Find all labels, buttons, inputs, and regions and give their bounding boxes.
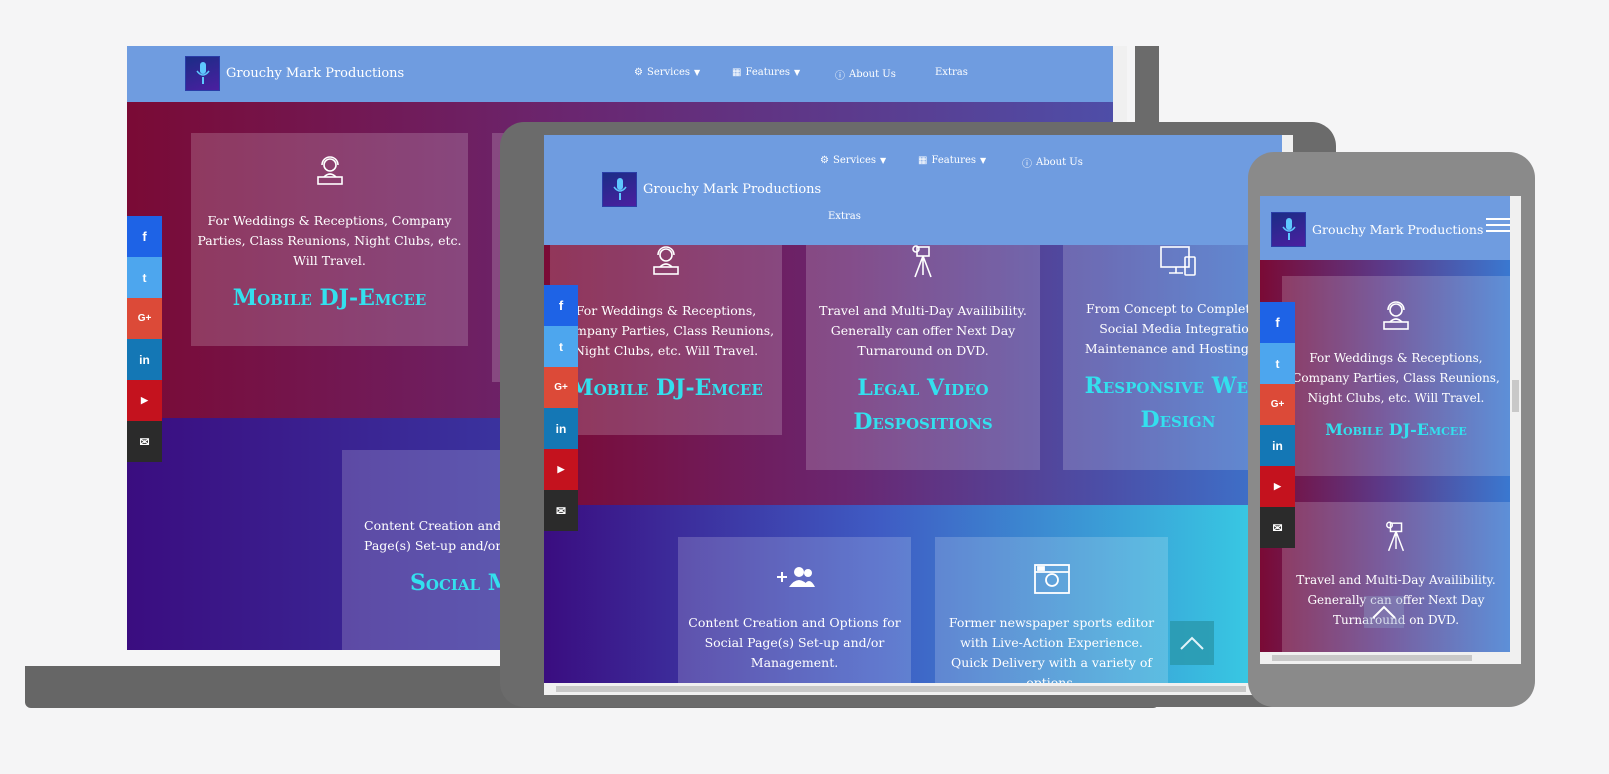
tablet-social-bar: f t G+ in ▶ ✉ [544,285,578,531]
hamburger-menu-icon[interactable] [1486,216,1510,234]
card-description: Content Creation and C Page(s) Set-up an… [364,518,515,553]
scroll-thumb[interactable] [1512,380,1519,412]
card-description: Travel and Multi-Day Availibility. Gener… [819,303,1027,358]
facebook-icon[interactable]: f [544,285,578,326]
linkedin-icon[interactable]: in [544,408,578,449]
service-card-legal[interactable]: Travel and Multi-Day Availibility. Gener… [806,245,1040,470]
twitter-icon[interactable]: t [127,257,162,298]
chevron-down-icon: ▼ [880,156,887,165]
nav-about[interactable]: ⓘ About Us [835,67,896,82]
nav-services-label: Services [646,67,691,78]
add-users-icon [678,565,911,591]
service-card-social[interactable]: Content Creation and Options for Social … [678,537,911,683]
gear-icon: ⚙ [820,155,829,166]
tablet-scrollbar-horizontal[interactable] [544,683,1293,695]
card-description: For Weddings & Receptions, Company Parti… [1292,351,1500,405]
youtube-icon[interactable]: ▶ [1260,466,1295,507]
card-description: Content Creation and Options for Social … [688,615,901,670]
service-card-photo[interactable]: Former newspaper sports editor with Live… [935,537,1168,690]
brand-name: Grouchy Mark Productions [643,182,822,197]
desktop-social-bar: f t G+ in ▶ ✉ [127,216,162,462]
dj-icon [1282,298,1510,334]
card-title-line1: Legal Video [857,375,989,401]
nav-features-label: Features [745,67,791,78]
phone-scrollbar-horizontal[interactable] [1260,652,1521,664]
card-description: For Weddings & Receptions, Company Parti… [557,303,775,358]
brand[interactable]: Grouchy Mark Productions [185,56,404,91]
gear-icon: ⚙ [634,67,643,78]
grid-icon: ▦ [732,67,742,78]
facebook-icon[interactable]: f [127,216,162,257]
nav-extras[interactable]: Extras [935,67,968,78]
nav-about[interactable]: ⓘ About Us [1022,155,1083,170]
brand[interactable]: Grouchy Mark Productions [1271,212,1483,247]
phone-navbar: Grouchy Mark Productions [1260,196,1510,260]
service-card-legal[interactable]: Travel and Multi-Day Availibility. Gener… [1282,502,1510,652]
nav-extras-label: Extras [828,211,861,222]
dj-icon [191,153,468,189]
chevron-down-icon: ▼ [980,156,987,165]
googleplus-icon[interactable]: G+ [127,298,162,339]
service-card-dj[interactable]: For Weddings & Receptions, Company Parti… [550,245,782,435]
email-icon[interactable]: ✉ [127,421,162,462]
nav-features[interactable]: ▦ Features ▼ [732,67,800,78]
chevron-up-icon [1180,636,1204,650]
email-icon[interactable]: ✉ [544,490,578,531]
twitter-icon[interactable]: t [1260,343,1295,384]
chevron-down-icon: ▼ [694,68,701,77]
nav-extras[interactable]: Extras [828,211,861,222]
tablet-screen: Grouchy Mark Productions ⚙ Services ▼ ▦ Fea… [544,135,1293,695]
camera-tripod-icon [806,245,1040,279]
phone-screen: Grouchy Mark Productions For Weddings & … [1260,196,1521,664]
nav-features-label: Features [931,155,977,166]
back-to-top-button[interactable] [1364,596,1404,628]
brand-name: Grouchy Mark Productions [1312,222,1484,237]
phone-scrollbar-vertical[interactable] [1510,196,1521,652]
email-icon[interactable]: ✉ [1260,507,1295,548]
brand-name: Grouchy Mark Productions [226,66,405,81]
nav-extras-label: Extras [935,67,968,78]
nav-features[interactable]: ▦ Features ▼ [918,155,986,166]
googleplus-icon[interactable]: G+ [1260,384,1295,425]
info-icon: ⓘ [835,71,845,82]
tablet-navbar: Grouchy Mark Productions ⚙ Services ▼ ▦ Fea… [544,135,1282,245]
card-description: For Weddings & Receptions, Company Parti… [197,213,462,268]
nav-about-label: About Us [849,69,896,80]
twitter-icon[interactable]: t [544,326,578,367]
scroll-thumb[interactable] [556,686,1246,692]
logo-icon [185,56,220,91]
scroll-thumb[interactable] [1272,655,1472,661]
photo-camera-icon [935,563,1168,595]
grid-icon: ▦ [918,155,928,166]
brand[interactable]: Grouchy Mark Productions [602,172,821,207]
card-description: Former newspaper sports editor with Live… [948,615,1155,690]
youtube-icon[interactable]: ▶ [544,449,578,490]
logo-icon [1271,212,1306,247]
back-to-top-button[interactable] [1170,621,1214,665]
service-card-dj[interactable]: For Weddings & Receptions, Company Parti… [1282,276,1510,476]
card-title: Mobile DJ-Emcee [232,285,427,311]
camera-tripod-icon [1282,520,1510,554]
card-title: Mobile DJ-Emcee [569,375,763,401]
card-title-line2: Despositions [853,409,993,435]
chevron-up-icon [1372,605,1396,619]
nav-services[interactable]: ⚙ Services ▼ [634,67,700,78]
youtube-icon[interactable]: ▶ [127,380,162,421]
linkedin-icon[interactable]: in [127,339,162,380]
card-title: Mobile DJ-Emcee [1325,420,1467,439]
info-icon: ⓘ [1022,159,1032,170]
googleplus-icon[interactable]: G+ [544,367,578,408]
dj-icon [550,245,782,279]
phone-social-bar: f t G+ in ▶ ✉ [1260,302,1295,548]
facebook-icon[interactable]: f [1260,302,1295,343]
chevron-down-icon: ▼ [794,68,801,77]
nav-services-label: Services [832,155,877,166]
service-card-dj[interactable]: For Weddings & Receptions, Company Parti… [191,133,468,346]
logo-icon [602,172,637,207]
nav-services[interactable]: ⚙ Services ▼ [820,155,886,166]
desktop-navbar: Grouchy Mark Productions ⚙ Services ▼ ▦ Fea… [127,46,1117,102]
linkedin-icon[interactable]: in [1260,425,1295,466]
nav-about-label: About Us [1036,157,1083,168]
